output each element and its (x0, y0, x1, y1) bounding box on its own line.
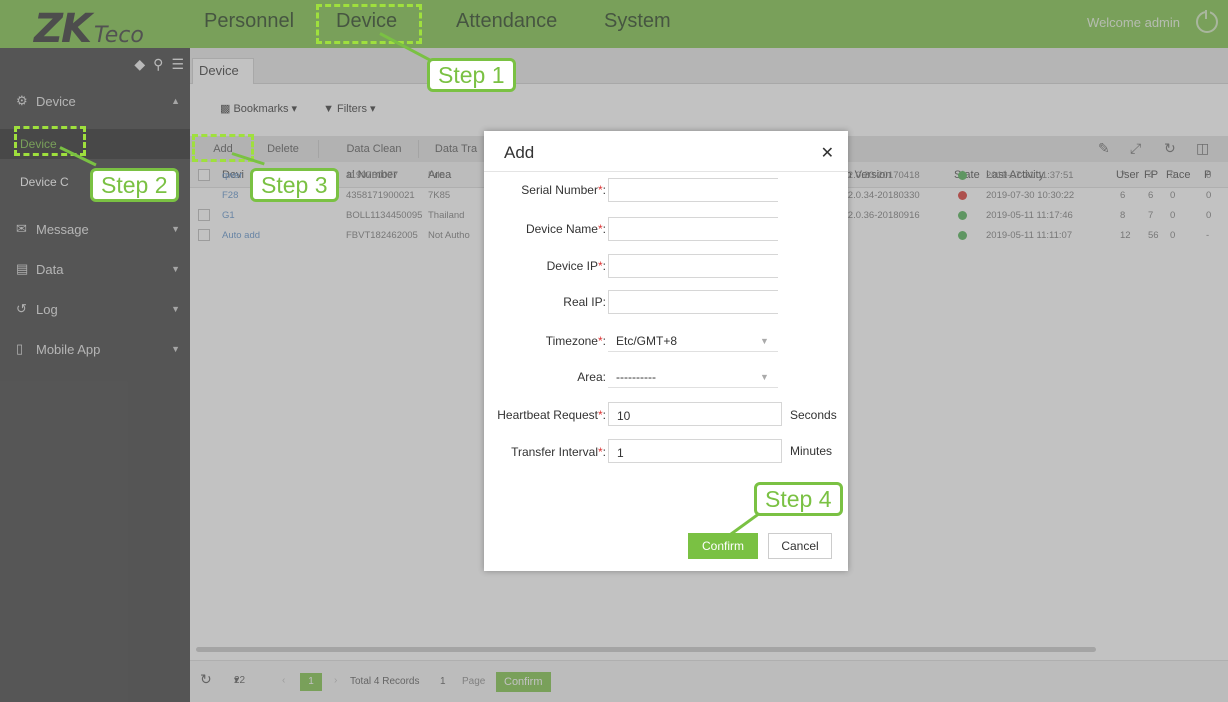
label-text: Transfer Interval (511, 445, 598, 459)
label-text: Heartbeat Request (497, 408, 598, 422)
required-marker: * (597, 183, 603, 197)
transfer-interval-unit: Minutes (790, 444, 833, 458)
heartbeat-field[interactable]: 10 (608, 402, 782, 426)
step2-highlight (14, 126, 86, 156)
area-select[interactable]: ---------- (608, 364, 778, 388)
device-ip-label: Device IP*: (546, 259, 606, 273)
step-3-callout: Step 3 (250, 168, 339, 202)
heartbeat-unit: Seconds (790, 408, 837, 422)
timezone-select[interactable]: Etc/GMT+8 (608, 328, 778, 352)
timezone-label: Timezone*: (545, 334, 606, 348)
transfer-interval-label: Transfer Interval*: (511, 445, 606, 459)
label-text: Area (577, 370, 603, 384)
required-marker: * (597, 445, 603, 459)
required-marker: * (597, 259, 603, 273)
device-name-label: Device Name*: (525, 222, 606, 236)
step-4-callout: Step 4 (754, 482, 843, 516)
step1-highlight (316, 4, 422, 44)
device-ip-field[interactable] (608, 254, 778, 278)
serial-number-field[interactable] (608, 178, 778, 202)
cancel-button[interactable]: Cancel (768, 533, 832, 559)
required-marker: * (597, 334, 603, 348)
app-root: ZK Teco Personnel Device Attendance Syste… (0, 0, 1228, 702)
real-ip-field[interactable] (608, 290, 778, 314)
chevron-down-icon: ▼ (760, 372, 769, 382)
real-ip-label: Real IP: (563, 295, 606, 309)
close-icon[interactable]: ✕ (821, 143, 834, 163)
label-text: Real IP (563, 295, 603, 309)
required-marker: * (597, 408, 603, 422)
step-1-callout: Step 1 (427, 58, 516, 92)
label-text: Device Name (525, 222, 598, 236)
dialog-title: Add (504, 143, 535, 162)
required-marker: * (597, 222, 603, 236)
heartbeat-label: Heartbeat Request*: (497, 408, 606, 422)
label-text: Timezone (545, 334, 598, 348)
chevron-down-icon: ▼ (760, 336, 769, 346)
dialog-divider (484, 171, 848, 172)
label-text: Device IP (546, 259, 598, 273)
serial-number-label: Serial Number*: (521, 183, 606, 197)
device-name-field[interactable] (608, 217, 778, 241)
transfer-interval-field[interactable]: 1 (608, 439, 782, 463)
step-2-callout: Step 2 (90, 168, 179, 202)
area-label: Area: (577, 370, 606, 384)
label-text: Serial Number (521, 183, 598, 197)
